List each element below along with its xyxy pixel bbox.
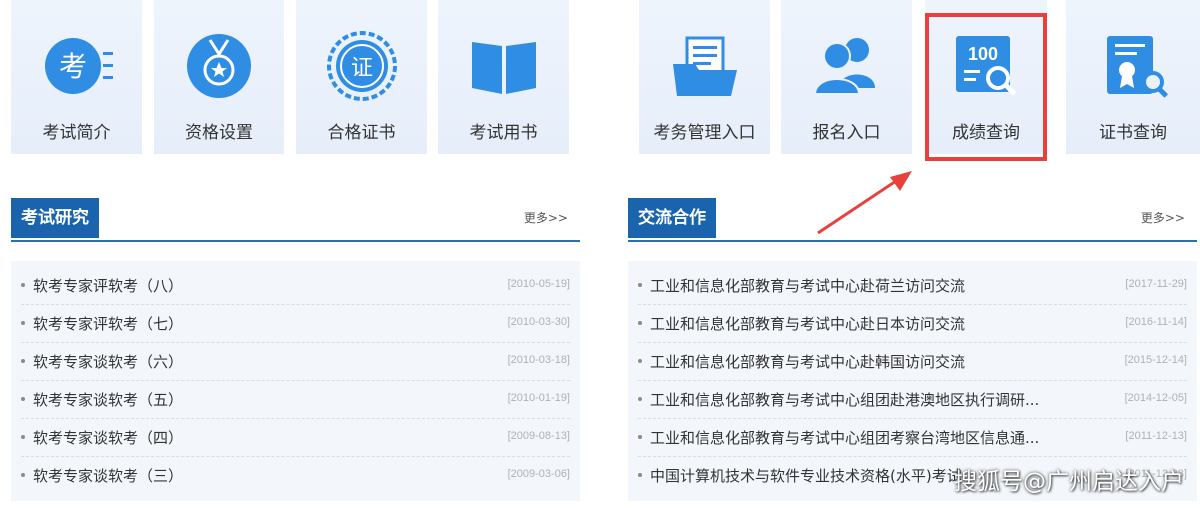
folder-icon: [672, 36, 737, 96]
users-icon: [813, 38, 875, 95]
cooperation-more-link[interactable]: 更多>>: [1141, 209, 1185, 226]
medal-icon: [187, 34, 251, 98]
tile-label: 报名入口: [812, 123, 881, 143]
highlight-box: [925, 13, 1047, 161]
svg-text:考: 考: [58, 50, 86, 83]
list-item[interactable]: 软考专家谈软考（四） [2009-08-13]: [21, 419, 570, 457]
list-item[interactable]: 工业和信息化部教育与考试中心组团考察台湾地区信息通... [2011-12-13]: [638, 419, 1187, 457]
list-item[interactable]: 软考专家评软考（七） [2010-03-30]: [21, 305, 570, 343]
research-header: 考试研究 更多>>: [11, 198, 580, 242]
certificate-search-icon: [1107, 36, 1169, 98]
tile-label: 考务管理入口: [653, 123, 756, 143]
list-item[interactable]: 工业和信息化部教育与考试中心赴日本访问交流 [2016-11-14]: [638, 305, 1187, 343]
tile-label: 证书查询: [1099, 123, 1167, 143]
list-item[interactable]: 工业和信息化部教育与考试中心组团赴港澳地区执行调研... [2014-12-05]: [638, 381, 1187, 419]
watermark-text: 搜狐号@广州启达入户: [954, 469, 1184, 495]
tile-label: 考试用书: [469, 123, 538, 143]
list-item[interactable]: 软考专家谈软考（六） [2010-03-18]: [21, 343, 570, 381]
list-item[interactable]: 软考专家评软考（八） [2010-05-19]: [21, 267, 570, 305]
research-more-link[interactable]: 更多>>: [524, 209, 568, 226]
certificate-seal-icon: 证: [326, 31, 397, 101]
cooperation-title: 交流合作: [628, 198, 716, 238]
tile-exam-books[interactable]: 考试用书: [438, 0, 569, 154]
tile-label: 考试简介: [42, 123, 111, 143]
tile-certificate-query[interactable]: 证书查询: [1066, 0, 1200, 154]
tile-certificate[interactable]: 证 合格证书: [296, 0, 427, 154]
research-title: 考试研究: [11, 198, 99, 238]
list-item[interactable]: 工业和信息化部教育与考试中心赴荷兰访问交流 [2017-11-29]: [638, 267, 1187, 305]
exam-icon: 考: [44, 38, 113, 94]
tile-qualification[interactable]: 资格设置: [154, 0, 284, 154]
list-item[interactable]: 软考专家谈软考（五） [2010-01-19]: [21, 381, 570, 419]
svg-text:证: 证: [350, 56, 372, 81]
research-list: 软考专家评软考（八） [2010-05-19] 软考专家评软考（七） [2010-0…: [11, 261, 580, 501]
tile-label: 合格证书: [327, 123, 396, 143]
list-item[interactable]: 软考专家谈软考（三） [2009-03-06]: [21, 457, 570, 494]
tile-registration-entry[interactable]: 报名入口: [781, 0, 912, 154]
cooperation-header: 交流合作 更多>>: [628, 198, 1197, 242]
list-item[interactable]: 工业和信息化部教育与考试中心赴韩国访问交流 [2015-12-14]: [638, 343, 1187, 381]
tile-label: 资格设置: [185, 123, 253, 143]
tile-exam-intro[interactable]: 考 考试简介: [11, 0, 142, 154]
book-icon: [471, 42, 536, 94]
tile-exam-admin-entry[interactable]: 考务管理入口: [639, 0, 770, 154]
